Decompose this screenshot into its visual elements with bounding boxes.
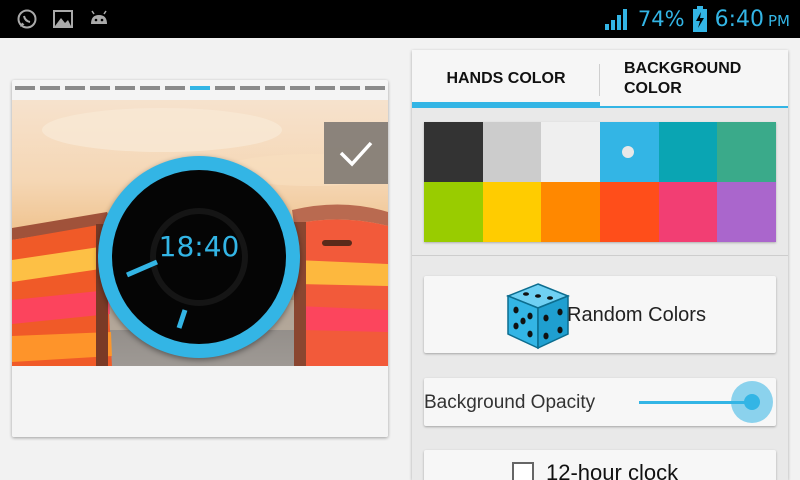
selected-swatch-indicator — [622, 146, 634, 158]
page-indicator-dash — [114, 86, 135, 90]
tab-background-color[interactable]: BACKGROUND COLOR — [600, 50, 788, 108]
clock-ring: 18:40 — [98, 156, 300, 358]
clock-face: 18:40 — [112, 170, 286, 344]
tab-hands-color[interactable]: HANDS COLOR — [412, 50, 600, 108]
settings-panel: HANDS COLOR BACKGROUND COLOR Random Colo… — [412, 50, 788, 480]
color-swatch[interactable] — [482, 122, 542, 182]
background-photo: 18:40 — [12, 100, 388, 366]
active-tab-indicator — [412, 102, 600, 108]
page-indicator-dash — [240, 86, 261, 90]
page-indicator-dash — [139, 86, 160, 90]
battery-percent: 74% — [637, 7, 685, 31]
signal-icon — [604, 9, 627, 30]
color-swatch[interactable] — [482, 182, 542, 242]
twelve-hour-clock-checkbox[interactable] — [512, 462, 534, 480]
android-icon — [91, 10, 107, 24]
color-swatch[interactable] — [424, 122, 483, 182]
page-indicator-dash — [315, 86, 336, 90]
whatsapp-icon — [17, 9, 37, 29]
tab-underline — [600, 106, 788, 108]
page-indicator-dash — [89, 86, 110, 90]
color-palette — [424, 122, 776, 242]
clock-time-status: 6:40 — [714, 6, 764, 32]
page-indicator — [12, 86, 388, 92]
page-indicator-dash — [340, 86, 361, 90]
page-indicator-dash — [164, 86, 185, 90]
page-indicator-dash — [290, 86, 311, 90]
random-colors-button[interactable]: Random Colors — [424, 276, 776, 353]
background-opacity-row: Background Opacity — [424, 378, 776, 426]
color-swatch[interactable] — [600, 182, 659, 242]
dice-icon — [505, 283, 571, 350]
opacity-slider-knob[interactable] — [744, 394, 760, 410]
battery-charging-icon — [692, 6, 707, 32]
confirm-button[interactable] — [324, 122, 388, 184]
page-indicator-dash — [14, 86, 35, 90]
twelve-hour-clock-row[interactable]: 12-hour clock — [424, 450, 776, 480]
color-swatch[interactable] — [658, 182, 718, 242]
tab-background-label-line2: COLOR — [624, 80, 682, 97]
preview-footer — [12, 366, 388, 437]
color-swatch[interactable] — [424, 182, 483, 242]
random-colors-label: Random Colors — [567, 304, 706, 326]
color-swatch[interactable] — [541, 182, 600, 242]
color-tabs: HANDS COLOR BACKGROUND COLOR — [412, 50, 788, 108]
page-indicator-dash — [265, 86, 286, 90]
clock-ampm: PM — [768, 12, 790, 30]
page-indicator-dash — [365, 86, 386, 90]
twelve-hour-clock-label: 12-hour clock — [546, 460, 679, 480]
page-indicator-dash — [64, 86, 85, 90]
section-divider — [412, 255, 788, 256]
color-swatch[interactable] — [541, 122, 600, 182]
color-swatch[interactable] — [658, 122, 718, 182]
page-indicator-dash — [215, 86, 236, 90]
checkmark-icon — [339, 141, 373, 167]
color-swatch[interactable] — [717, 122, 776, 182]
tab-background-label-line1: BACKGROUND — [624, 60, 742, 77]
clock-digital-time: 18:40 — [158, 230, 240, 263]
background-opacity-label: Background Opacity — [424, 392, 596, 413]
page-indicator-dash — [190, 86, 210, 90]
status-bar: 74% 6:40 PM — [0, 0, 800, 38]
watchface-preview-card: 18:40 — [12, 80, 388, 437]
color-swatch[interactable] — [600, 122, 659, 182]
color-swatch[interactable] — [717, 182, 776, 242]
tab-hands-color-label: HANDS COLOR — [446, 70, 566, 87]
gallery-icon — [53, 10, 73, 28]
page-indicator-dash — [39, 86, 60, 90]
